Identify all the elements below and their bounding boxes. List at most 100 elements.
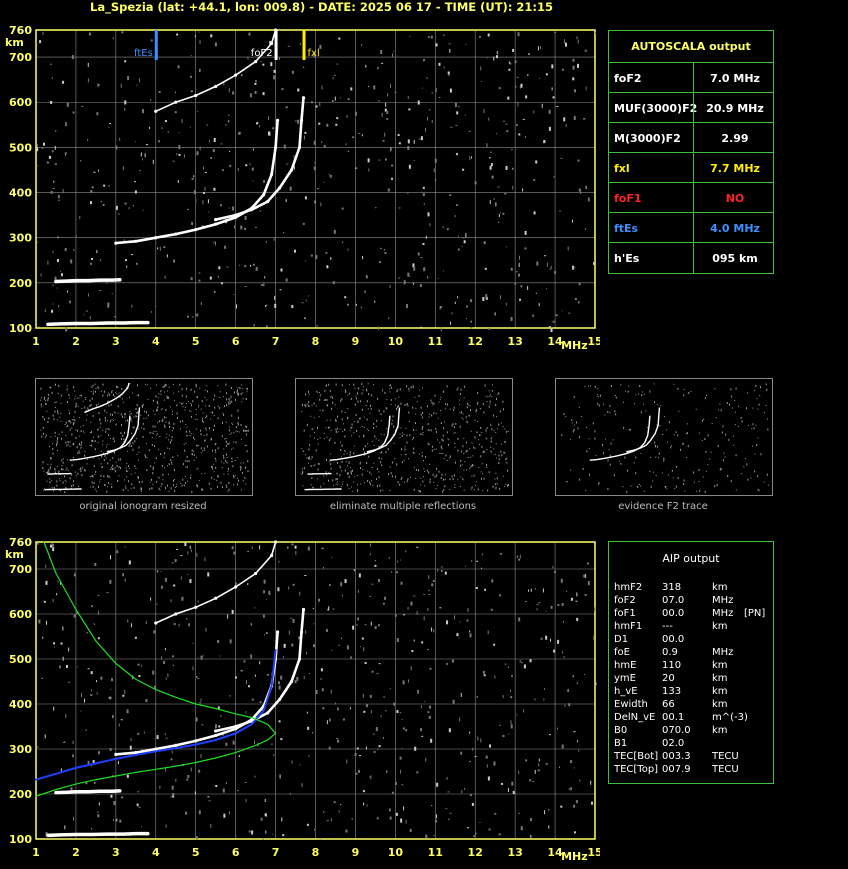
noise-speck	[36, 53, 38, 55]
thumb-noise	[174, 486, 176, 488]
thumb-noise	[686, 423, 688, 425]
thumb-noise	[462, 445, 464, 448]
noise-speck	[43, 600, 46, 603]
thumb-noise	[150, 465, 152, 468]
noise-speck	[381, 62, 384, 64]
autoscala-row-muf-3000-f2: MUF(3000)F2 20.9 MHz	[609, 92, 773, 123]
thumb-noise	[62, 461, 64, 464]
noise-speck	[464, 114, 466, 116]
thumb-noise	[108, 482, 110, 485]
thumb-noise	[78, 450, 80, 453]
thumb-noise	[486, 427, 488, 430]
thumb-noise	[376, 478, 378, 481]
thumb-noise	[464, 461, 466, 463]
noise-speck	[463, 237, 466, 239]
noise-speck	[454, 301, 456, 304]
noise-speck	[198, 769, 201, 773]
thumb-noise	[391, 419, 393, 421]
noise-speck	[224, 245, 227, 249]
thumb-noise	[223, 405, 225, 408]
thumb-noise	[425, 455, 427, 458]
thumb-noise	[190, 404, 192, 407]
noise-speck	[260, 817, 263, 821]
thumb-noise	[77, 429, 79, 432]
noise-speck	[164, 120, 167, 123]
thumb-noise	[105, 457, 107, 459]
thumb-noise	[422, 432, 424, 434]
noise-speck	[314, 828, 316, 831]
noise-speck	[89, 201, 92, 205]
param-name: TEC[Top]	[614, 764, 659, 775]
noise-speck	[338, 644, 340, 646]
thumb-noise	[362, 389, 364, 391]
thumb-noise	[43, 470, 45, 472]
thumb-noise	[206, 415, 208, 418]
thumb-noise	[229, 442, 231, 444]
noise-speck	[411, 650, 414, 653]
noise-speck	[109, 123, 112, 125]
noise-speck	[146, 144, 149, 146]
noise-speck	[266, 304, 268, 307]
noise-speck	[158, 140, 161, 143]
noise-speck	[244, 265, 247, 268]
thumb-noise	[667, 474, 669, 476]
thumb-noise	[153, 445, 155, 448]
thumb-noise	[135, 438, 137, 440]
thumb-noise	[375, 426, 377, 428]
thumb-noise	[722, 425, 724, 428]
noise-speck	[340, 804, 342, 806]
noise-speck	[417, 689, 419, 694]
noise-speck	[91, 828, 93, 830]
thumb-noise	[746, 392, 748, 394]
param-name: foF2	[614, 72, 642, 85]
noise-speck	[340, 582, 343, 587]
noise-speck	[387, 188, 390, 192]
thumb-noise	[303, 467, 305, 470]
thumb-noise	[480, 477, 482, 480]
thumb-noise	[107, 392, 109, 394]
noise-speck	[53, 706, 55, 711]
thumb-noise	[47, 420, 49, 423]
thumb-noise	[351, 426, 353, 429]
thumb-noise	[652, 480, 654, 482]
noise-speck	[111, 678, 114, 682]
thumb-noise	[412, 451, 414, 454]
noise-speck	[563, 39, 565, 44]
thumb-noise	[193, 436, 195, 439]
thumb-noise	[428, 429, 430, 431]
trace-point	[261, 193, 266, 197]
noise-speck	[421, 191, 423, 193]
noise-speck	[225, 742, 228, 746]
thumb-noise	[470, 456, 472, 458]
trace-point	[106, 832, 110, 836]
noise-speck	[518, 273, 521, 277]
noise-speck	[208, 800, 211, 802]
noise-speck	[550, 327, 553, 332]
thumb-noise	[491, 396, 493, 398]
thumb-noise	[142, 422, 144, 425]
noise-speck	[446, 663, 449, 665]
noise-speck	[264, 276, 266, 279]
noise-speck	[262, 92, 265, 96]
noise-speck	[418, 138, 421, 140]
noise-speck	[394, 781, 397, 785]
noise-speck	[100, 259, 102, 262]
param-name: hmF1	[614, 621, 643, 632]
thumb-noise	[344, 428, 346, 431]
thumb-noise	[222, 454, 224, 457]
thumb-noise	[345, 391, 347, 394]
noise-speck	[321, 85, 323, 90]
thumb-noise	[748, 424, 750, 426]
thumb-noise	[487, 489, 489, 492]
y-tick-label: 700	[9, 563, 32, 576]
noise-speck	[350, 87, 353, 91]
thumb-noise	[50, 463, 52, 465]
noise-speck	[524, 600, 527, 602]
thumb-noise	[184, 485, 186, 487]
thumb-noise	[47, 463, 49, 465]
noise-speck	[376, 817, 379, 820]
thumb-noise	[346, 484, 348, 487]
thumb-noise	[56, 401, 58, 403]
noise-speck	[187, 551, 189, 555]
thumb-noise	[74, 419, 76, 422]
